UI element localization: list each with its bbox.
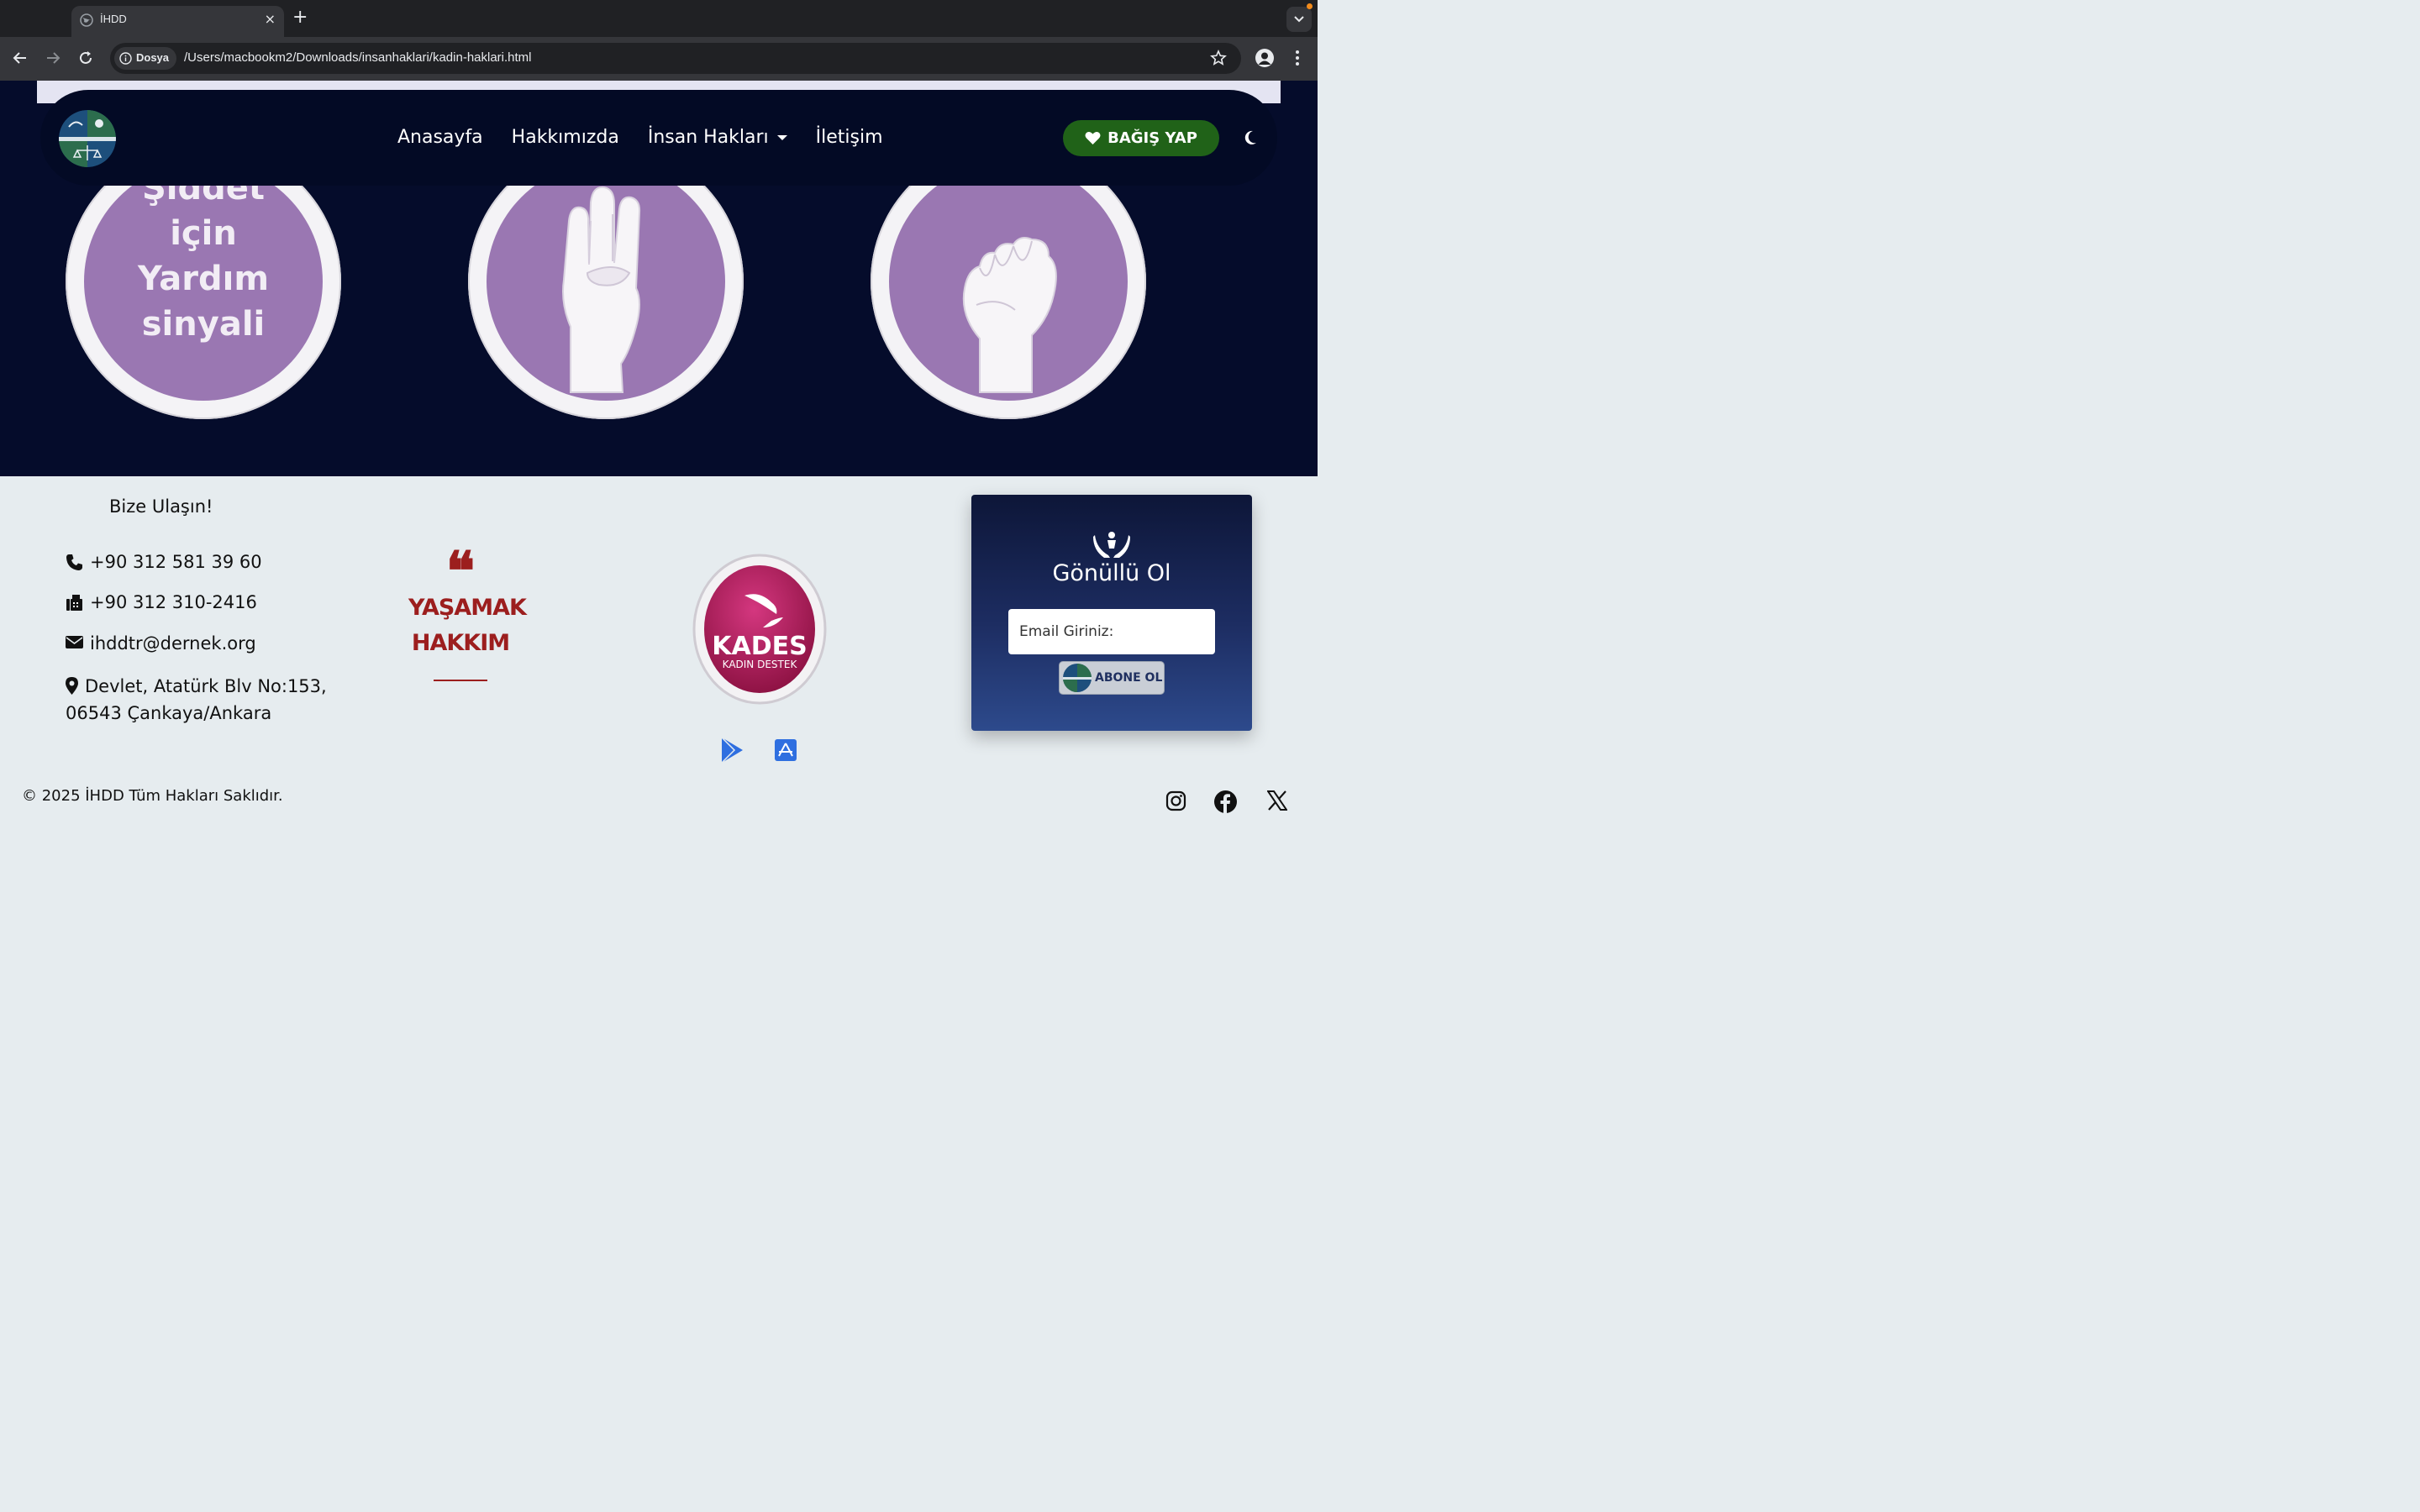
- hero-section: Şiddet için Yardım sinyali Anasayfa Hakk…: [0, 81, 1318, 476]
- reload-icon[interactable]: [76, 49, 95, 67]
- phone-icon: [66, 554, 82, 570]
- chevron-down-icon: [1294, 16, 1304, 23]
- google-play-icon[interactable]: [721, 737, 743, 764]
- life-right-quote: ❝ YAŞAMAK HAKKIM: [408, 540, 527, 681]
- contact-phone[interactable]: +90 312 581 39 60: [66, 552, 262, 572]
- profile-avatar-icon[interactable]: [1255, 49, 1274, 67]
- nav-link-contact[interactable]: İletişim: [816, 127, 883, 148]
- ihdd-logo[interactable]: [59, 110, 116, 167]
- nav-link-home[interactable]: Anasayfa: [397, 127, 483, 148]
- instagram-icon[interactable]: [1165, 790, 1186, 811]
- footer: Bize Ulaşın! +90 312 581 39 60 +90 312 3…: [0, 476, 1318, 823]
- ihdd-logo-small: [1063, 664, 1092, 692]
- url-text[interactable]: /Users/macbookm2/Downloads/insanhaklari/…: [184, 50, 532, 65]
- contact-title: Bize Ulaşın!: [109, 496, 213, 517]
- quote-line-1: YAŞAMAK: [408, 595, 527, 621]
- back-arrow-icon[interactable]: [11, 49, 29, 67]
- fax-text: +90 312 310-2416: [90, 592, 257, 612]
- volunteer-title: Gönüllü Ol: [1052, 560, 1171, 586]
- browser-toolbar: Dosya /Users/macbookm2/Downloads/insanha…: [0, 37, 1318, 81]
- dropdown-caret-icon: [776, 135, 787, 140]
- hands-holding-child-icon: [1093, 532, 1130, 558]
- globe-icon: [80, 13, 93, 27]
- quote-mark-icon: ❝: [445, 540, 476, 603]
- address-line-2: 06543 Çankaya/Ankara: [66, 703, 272, 723]
- quote-divider: [434, 680, 487, 681]
- signal-caption: Şiddet için Yardım sinyali: [137, 169, 270, 344]
- open-hand-thumb-tucked-icon: [562, 186, 641, 393]
- tab-title: İHDD: [100, 13, 127, 25]
- heart-icon: [1085, 132, 1101, 144]
- nav-links: Anasayfa Hakkımızda İnsan Hakları İletiş…: [397, 127, 883, 148]
- nav-link-about[interactable]: Hakkımızda: [512, 127, 619, 148]
- donate-button[interactable]: BAĞIŞ YAP: [1063, 120, 1219, 156]
- email-text: ihddtr@dernek.org: [90, 633, 256, 654]
- page-content: Şiddet için Yardım sinyali Anasayfa Hakk…: [0, 81, 1318, 823]
- phone-text: +90 312 581 39 60: [90, 552, 262, 572]
- app-store-icon[interactable]: [775, 739, 797, 761]
- forward-arrow-icon[interactable]: [44, 49, 62, 67]
- moon-icon[interactable]: [1244, 130, 1257, 145]
- notification-dot: [1307, 3, 1313, 9]
- main-navbar: Anasayfa Hakkımızda İnsan Hakları İletiş…: [40, 90, 1277, 186]
- info-icon: [119, 52, 132, 65]
- contact-address: Devlet, Atatürk Blv No:153, 06543 Çankay…: [66, 673, 327, 727]
- email-field[interactable]: [1008, 609, 1215, 654]
- new-tab-button[interactable]: +: [292, 7, 308, 28]
- kades-brand-text: KADES: [712, 632, 807, 661]
- closed-fist-icon: [962, 237, 1057, 393]
- facebook-icon[interactable]: [1214, 790, 1237, 813]
- donate-label: BAĞIŞ YAP: [1107, 129, 1197, 147]
- x-icon[interactable]: [1267, 790, 1287, 811]
- contact-email[interactable]: ihddtr@dernek.org: [66, 633, 256, 654]
- kades-sub-text: KADIN DESTEK: [723, 659, 798, 670]
- fax-icon: [66, 595, 82, 611]
- kades-logo[interactable]: KADES KADIN DESTEK: [692, 552, 827, 706]
- map-pin-icon: [66, 677, 78, 695]
- browser-tabstrip: İHDD × +: [0, 0, 1318, 37]
- volunteer-card: Gönüllü Ol ABONE OL: [971, 495, 1252, 731]
- address-bar[interactable]: Dosya /Users/macbookm2/Downloads/insanha…: [110, 43, 1241, 74]
- quote-line-2: HAKKIM: [411, 630, 510, 656]
- more-menu-icon[interactable]: [1292, 49, 1302, 67]
- browser-tab[interactable]: İHDD ×: [71, 6, 284, 37]
- app-store-links: [721, 737, 797, 764]
- bookmark-star-icon[interactable]: [1210, 50, 1227, 66]
- subscribe-button[interactable]: ABONE OL: [1059, 661, 1165, 695]
- copyright-text: © 2025 İHDD Tüm Hakları Saklıdır.: [22, 787, 283, 805]
- address-line-1: Devlet, Atatürk Blv No:153,: [85, 676, 327, 696]
- tab-search-button[interactable]: [1286, 7, 1312, 32]
- envelope-icon: [66, 636, 83, 648]
- tab-close-button[interactable]: ×: [265, 11, 276, 27]
- nav-link-human-rights[interactable]: İnsan Hakları: [648, 127, 787, 148]
- subscribe-label: ABONE OL: [1095, 671, 1163, 685]
- security-chip-label: Dosya: [136, 51, 170, 64]
- contact-fax[interactable]: +90 312 310-2416: [66, 592, 257, 612]
- site-info-chip[interactable]: Dosya: [114, 47, 176, 70]
